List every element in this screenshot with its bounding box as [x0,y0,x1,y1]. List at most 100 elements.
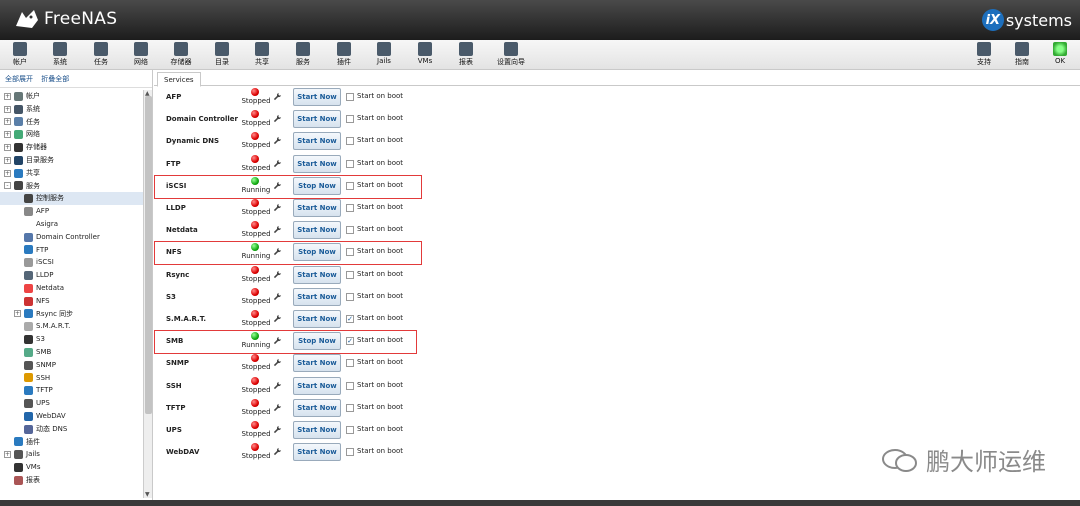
start-on-boot-checkbox[interactable] [346,204,354,212]
wrench-icon[interactable] [273,92,282,104]
start-now-button[interactable]: Start Now [293,132,341,151]
tree-scrollbar[interactable]: ▲ ▼ [143,90,152,498]
tree-item[interactable]: S.M.A.R.T. [0,320,143,333]
start-on-boot-checkbox[interactable] [346,403,354,412]
start-now-button[interactable]: Start Now [293,310,341,328]
tree-item[interactable]: + 目录服务 [0,154,143,167]
expand-toggle-icon[interactable]: - [4,182,11,190]
tree-item[interactable]: WebDAV [0,410,143,423]
scroll-down-icon[interactable]: ▼ [145,491,150,498]
tree-item[interactable]: + 共享 [0,167,143,180]
tree-item[interactable]: AFP [0,205,143,218]
toolbar-button[interactable]: 服务 [283,42,323,67]
start-on-boot-checkbox[interactable] [346,93,354,101]
toolbar-button[interactable]: OK [1040,42,1080,65]
start-now-button[interactable]: Start Now [293,287,341,306]
expand-toggle-icon[interactable]: + [4,144,11,152]
tree-item[interactable]: + 任务 [0,116,143,129]
wrench-icon[interactable] [273,314,282,326]
tree-item[interactable]: + 帐户 [0,90,143,103]
tree-item[interactable]: 报表 [0,474,143,487]
tree-item[interactable]: FTP [0,244,143,257]
toolbar-button[interactable]: 支持 [964,42,1004,67]
toolbar-button[interactable]: 帐户 [0,42,40,67]
wrench-icon[interactable] [273,292,282,304]
toolbar-button[interactable]: 插件 [324,42,364,67]
wrench-icon[interactable] [273,247,282,259]
tab-services[interactable]: Services [157,72,201,87]
toolbar-button[interactable]: 设置向导 [486,42,536,67]
tree-item[interactable]: + 系统 [0,103,143,116]
expand-toggle-icon[interactable]: + [4,169,11,177]
toolbar-button[interactable]: 网络 [121,42,161,67]
start-on-boot-checkbox[interactable] [346,115,354,124]
wrench-icon[interactable] [273,181,282,193]
wrench-icon[interactable] [273,203,282,215]
start-on-boot-checkbox[interactable]: ✓ [346,337,354,346]
start-on-boot-checkbox[interactable] [346,270,354,279]
start-on-boot-checkbox[interactable] [346,159,354,168]
tree-item[interactable]: Asigra [0,218,143,231]
expand-all-link[interactable]: 全部展开 [5,75,33,83]
wrench-icon[interactable] [273,114,282,126]
collapse-all-link[interactable]: 折叠全部 [41,75,69,83]
tree-item[interactable]: + Rsync 同步 [0,308,143,321]
wrench-icon[interactable] [273,270,282,282]
toolbar-button[interactable]: 指南 [1002,42,1042,67]
start-now-button[interactable]: Start Now [293,88,341,106]
start-on-boot-checkbox[interactable] [346,426,354,434]
expand-toggle-icon[interactable]: + [4,131,11,139]
expand-toggle-icon[interactable]: + [4,451,11,459]
wrench-icon[interactable] [273,225,282,237]
toolbar-button[interactable]: 系统 [40,42,80,67]
start-now-button[interactable]: Start Now [293,221,341,240]
tree-item[interactable]: S3 [0,333,143,346]
start-now-button[interactable]: Start Now [293,398,341,417]
start-on-boot-checkbox[interactable] [346,181,354,190]
expand-toggle-icon[interactable]: + [4,156,11,164]
expand-toggle-icon[interactable]: + [14,310,21,318]
start-now-button[interactable]: Start Now [293,376,341,395]
tree-item[interactable]: iSCSI [0,256,143,269]
start-now-button[interactable]: Start Now [293,110,341,129]
expand-toggle-icon[interactable]: + [4,92,11,100]
start-now-button[interactable]: Start Now [293,265,341,284]
start-now-button[interactable]: Start Now [293,421,341,439]
tree-item[interactable]: + Jails [0,448,143,461]
start-on-boot-checkbox[interactable]: ✓ [346,315,354,323]
start-on-boot-checkbox[interactable] [346,381,354,390]
wrench-icon[interactable] [273,447,282,459]
tree-scroll-thumb[interactable] [145,96,152,414]
start-on-boot-checkbox[interactable] [346,137,354,146]
ixsystems-logo[interactable]: iX systems [981,9,1072,31]
start-on-boot-checkbox[interactable] [346,226,354,235]
tree-item[interactable]: 控制服务 [0,192,143,206]
toolbar-button[interactable]: 存储器 [161,42,201,67]
toolbar-button[interactable]: 任务 [81,42,121,67]
tree-item[interactable]: Domain Controller [0,231,143,244]
start-now-button[interactable]: Start Now [293,199,341,217]
wrench-icon[interactable] [273,336,282,348]
tree-item[interactable]: SSH [0,372,143,385]
tree-item[interactable]: TFTP [0,384,143,397]
tree-item[interactable]: Netdata [0,282,143,295]
toolbar-button[interactable]: 共享 [242,42,282,67]
wrench-icon[interactable] [273,381,282,393]
start-on-boot-checkbox[interactable] [346,292,354,301]
tree-item[interactable]: - 服务 [0,180,143,193]
stop-now-button[interactable]: Stop Now [293,243,341,262]
wrench-icon[interactable] [273,136,282,148]
start-now-button[interactable]: Start Now [293,354,341,373]
tree-item[interactable]: + 网络 [0,128,143,141]
tree-item[interactable]: SMB [0,346,143,359]
tree-item[interactable]: + 存储器 [0,141,143,154]
toolbar-button[interactable]: 目录 [202,42,242,67]
tree-item[interactable]: 插件 [0,436,143,449]
tree-item[interactable]: NFS [0,295,143,308]
start-now-button[interactable]: Start Now [293,443,341,462]
freenas-logo[interactable]: FreeNAS [14,8,117,30]
start-on-boot-checkbox[interactable] [346,248,354,257]
stop-now-button[interactable]: Stop Now [293,332,341,351]
tree-item[interactable]: UPS [0,397,143,410]
tree-item[interactable]: SNMP [0,359,143,372]
